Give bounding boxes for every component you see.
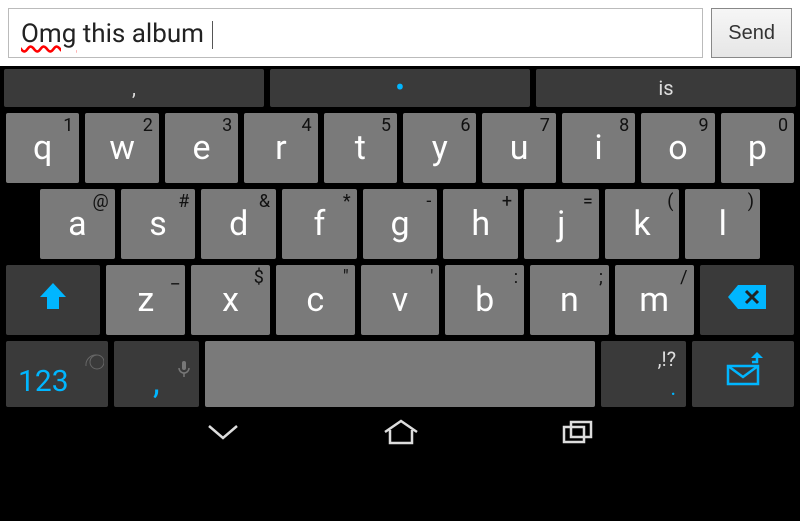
nav-home-icon[interactable] (381, 418, 421, 450)
send-message-icon (722, 350, 764, 399)
keyboard: , • is 1q 2w 3e 4r 5t 6y 7u 8i 9o 0p @a … (0, 66, 800, 410)
key-r[interactable]: 4r (244, 113, 317, 183)
key-p[interactable]: 0p (721, 113, 794, 183)
key-g[interactable]: -g (363, 189, 438, 259)
key-f[interactable]: *f (282, 189, 357, 259)
space-key[interactable] (205, 341, 595, 407)
key-y[interactable]: 6y (403, 113, 476, 183)
key-m[interactable]: /m (615, 265, 694, 335)
message-input[interactable]: Omg this album (8, 8, 703, 58)
shift-key[interactable] (6, 265, 100, 335)
key-x[interactable]: $x (191, 265, 270, 335)
shift-arrow-icon (36, 280, 70, 320)
key-v[interactable]: 'v (361, 265, 440, 335)
input-text-rest: this album (76, 19, 210, 49)
backspace-key[interactable] (700, 265, 794, 335)
mic-icon (177, 347, 191, 387)
android-nav-bar (0, 410, 800, 458)
spellcheck-word: Omg (21, 19, 76, 49)
key-u[interactable]: 7u (482, 113, 555, 183)
key-s[interactable]: #s (121, 189, 196, 259)
send-button[interactable]: Send (711, 8, 792, 58)
suggestion-bar: , • is (0, 66, 800, 110)
key-k[interactable]: (k (605, 189, 680, 259)
key-l[interactable]: )l (685, 189, 760, 259)
key-t[interactable]: 5t (324, 113, 397, 183)
key-z[interactable]: _z (106, 265, 185, 335)
nav-back-icon[interactable] (205, 420, 241, 448)
compose-bar: Omg this album Send (0, 0, 800, 66)
key-o[interactable]: 9o (641, 113, 714, 183)
key-row-1: 1q 2w 3e 4r 5t 6y 7u 8i 9o 0p (0, 110, 800, 186)
key-e[interactable]: 3e (165, 113, 238, 183)
key-d[interactable]: &d (201, 189, 276, 259)
key-h[interactable]: +h (443, 189, 518, 259)
key-n[interactable]: ;n (530, 265, 609, 335)
swiftkey-logo-icon (82, 345, 104, 385)
backspace-icon (726, 280, 768, 320)
comma-key[interactable]: , (114, 341, 199, 407)
key-i[interactable]: 8i (562, 113, 635, 183)
key-c[interactable]: "c (276, 265, 355, 335)
key-a[interactable]: @a (40, 189, 115, 259)
nav-recents-icon[interactable] (561, 419, 595, 449)
key-row-4: 123 , ,!? . (0, 338, 800, 410)
enter-send-key[interactable] (692, 341, 794, 407)
key-b[interactable]: :b (445, 265, 524, 335)
key-w[interactable]: 2w (85, 113, 158, 183)
suggestion-mid[interactable]: • (270, 69, 530, 107)
suggestion-right[interactable]: is (536, 69, 796, 107)
period-punct-key[interactable]: ,!? . (601, 341, 686, 407)
dot-icon: • (395, 83, 404, 93)
text-caret (212, 21, 213, 49)
key-q[interactable]: 1q (6, 113, 79, 183)
numbers-key[interactable]: 123 (6, 341, 108, 407)
key-row-2: @a #s &d *f -g +h =j (k )l (0, 186, 800, 262)
key-j[interactable]: =j (524, 189, 599, 259)
key-row-3: _z $x "c 'v :b ;n /m (0, 262, 800, 338)
suggestion-left[interactable]: , (4, 69, 264, 107)
